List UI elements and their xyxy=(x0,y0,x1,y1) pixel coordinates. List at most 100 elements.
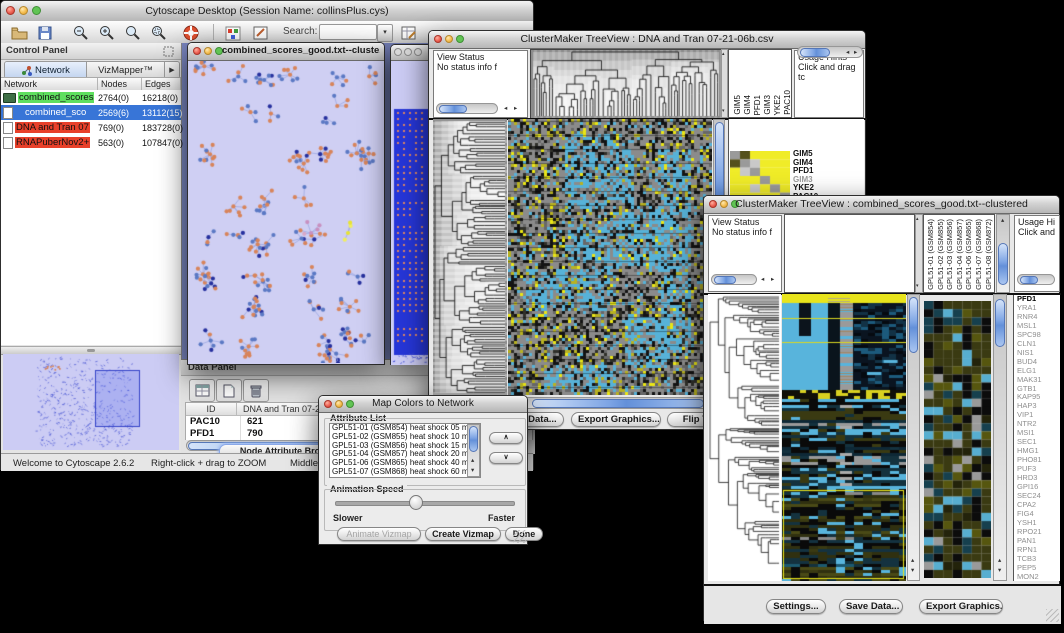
array-column-label[interactable]: GPL51-03 (GSM856) xyxy=(945,219,954,290)
scroll-thumb[interactable] xyxy=(998,243,1008,285)
scroll-thumb[interactable] xyxy=(995,299,1005,347)
scroll-up-icon[interactable]: ▴ xyxy=(1001,217,1004,224)
gene-label[interactable]: MON2 xyxy=(1017,573,1060,581)
column-label[interactable]: GIM5 xyxy=(733,95,742,115)
usage-hscrollbar[interactable] xyxy=(1017,274,1055,285)
tab-network[interactable]: Network xyxy=(5,62,87,78)
treeview2-titlebar[interactable]: ClusterMaker TreeView : combined_scores_… xyxy=(704,196,1059,214)
minimize-button[interactable] xyxy=(204,47,212,55)
scroll-down-icon[interactable]: ▾ xyxy=(722,108,725,115)
scroll-thumb[interactable] xyxy=(532,399,704,408)
heatmap-canvas[interactable] xyxy=(508,119,712,395)
column-dendrogram-canvas[interactable] xyxy=(530,49,722,119)
scroll-right-icon[interactable]: ▸ xyxy=(514,105,517,112)
zoom-heatmap-canvas[interactable] xyxy=(924,301,991,578)
scroll-up-icon[interactable]: ▴ xyxy=(916,216,919,223)
scroll-thumb[interactable] xyxy=(1020,276,1038,284)
create-attribute-icon[interactable] xyxy=(216,379,242,402)
column-label[interactable]: YKE2 xyxy=(773,95,782,115)
attribute-vscrollbar[interactable]: ▴ ▾ xyxy=(467,424,480,477)
scroll-up-icon[interactable]: ▴ xyxy=(471,457,474,464)
tab-overflow-arrow[interactable]: ▶ xyxy=(165,62,179,78)
tab-vizmapper[interactable]: VizMapper™ xyxy=(87,62,165,78)
column-label[interactable]: GIM3 xyxy=(763,95,772,115)
create-vizmap-button[interactable]: Create Vizmap xyxy=(425,527,501,541)
help-ring-icon[interactable] xyxy=(179,23,203,43)
minimize-button[interactable] xyxy=(404,48,412,56)
array-column-label[interactable]: GPL51-02 (GSM855) xyxy=(936,219,945,290)
export-graphics-button[interactable]: Export Graphics... xyxy=(571,412,661,427)
close-button[interactable] xyxy=(394,48,402,56)
map-colors-titlebar[interactable]: Map Colors to Network xyxy=(319,396,527,413)
summary-hscrollbar[interactable]: ◂▸ xyxy=(797,46,863,58)
view-status-hscrollbar[interactable] xyxy=(436,103,498,114)
search-input[interactable] xyxy=(319,24,377,40)
scroll-left-icon[interactable]: ◂ xyxy=(761,276,764,283)
delete-attribute-icon[interactable] xyxy=(243,379,269,402)
scroll-thumb[interactable] xyxy=(469,426,478,452)
scroll-thumb[interactable] xyxy=(439,105,467,113)
resize-grip[interactable] xyxy=(1046,609,1059,622)
export-graphics-button[interactable]: Export Graphics... xyxy=(919,599,1003,614)
scroll-down-icon[interactable]: ▾ xyxy=(916,283,919,290)
network-tree-row[interactable]: RNAPuberNov2+563(0)107847(0) xyxy=(1,135,181,150)
table-edit-icon[interactable] xyxy=(397,23,421,43)
resize-grip[interactable] xyxy=(513,530,526,543)
scroll-down-icon[interactable]: ▾ xyxy=(911,567,914,574)
annotation-icon[interactable] xyxy=(249,23,273,43)
scroll-down-icon[interactable]: ▾ xyxy=(471,467,474,474)
network-tree-row[interactable]: DNA and Tran 07769(0)183728(0) xyxy=(1,120,181,135)
zoom-out-icon[interactable] xyxy=(69,23,93,43)
attribute-listbox[interactable]: GPL51-01 (GSM854) heat shock 05 minGPL51… xyxy=(329,423,481,478)
scroll-right-icon[interactable]: ▸ xyxy=(854,49,857,56)
scroll-thumb[interactable] xyxy=(800,48,830,57)
settings-button[interactable]: Settings... xyxy=(766,599,826,614)
top-vscrollbar[interactable]: ▴ xyxy=(996,214,1010,293)
column-label[interactable]: GIM4 xyxy=(743,95,752,115)
zoom-selected-icon[interactable] xyxy=(147,23,171,43)
zoom-button[interactable] xyxy=(414,48,422,56)
move-down-button[interactable]: ∨ xyxy=(489,452,523,464)
scroll-left-icon[interactable]: ◂ xyxy=(846,49,849,56)
scroll-down-icon[interactable]: ▾ xyxy=(998,567,1001,574)
network-overview-canvas[interactable] xyxy=(3,354,179,450)
network-view-2-titlebar[interactable] xyxy=(391,45,431,61)
speed-slider-track[interactable] xyxy=(335,501,515,506)
cytoscape-titlebar[interactable]: Cytoscape Desktop (Session Name: collins… xyxy=(1,1,533,22)
scroll-up-icon[interactable]: ▴ xyxy=(911,557,914,564)
save-data-button[interactable]: Save Data... xyxy=(839,599,903,614)
attribute-item[interactable]: GPL51-07 (GSM868) heat shock 60 min xyxy=(330,468,466,477)
save-session-icon[interactable] xyxy=(33,23,57,43)
row-dendrogram-canvas[interactable] xyxy=(433,119,507,395)
zoom-fit-icon[interactable] xyxy=(121,23,145,43)
column-label[interactable]: PAC10 xyxy=(783,90,792,115)
scroll-up-icon[interactable]: ▴ xyxy=(998,557,1001,564)
network-tree-row[interactable]: combined_sco2569(6)13112(15) xyxy=(1,105,181,120)
network-canvas[interactable] xyxy=(188,61,384,363)
zoom-vscrollbar[interactable]: ▴ ▾ xyxy=(993,294,1007,581)
float-panel-icon[interactable] xyxy=(161,44,175,58)
vizmapper-icon[interactable] xyxy=(221,23,245,43)
array-column-label[interactable]: GPL51-04 (GSM857) xyxy=(955,219,964,290)
scroll-strip[interactable]: ▴ ▾ xyxy=(721,49,728,118)
column-dendrogram-area[interactable] xyxy=(784,214,915,293)
scroll-up-icon[interactable]: ▴ xyxy=(722,51,725,58)
scroll-thumb[interactable] xyxy=(909,297,918,353)
network-view-titlebar[interactable]: combined_scores_good.txt--cluste... xyxy=(188,43,384,61)
array-column-label[interactable]: GPL51-08 (GSM872) xyxy=(984,219,993,290)
move-up-button[interactable]: ∧ xyxy=(489,432,523,444)
close-button[interactable] xyxy=(193,47,201,55)
zoom-in-icon[interactable] xyxy=(95,23,119,43)
view-status-hscrollbar[interactable] xyxy=(711,274,757,285)
array-column-label[interactable]: GPL51-01 (GSM854) xyxy=(926,219,935,290)
column-id[interactable]: ID xyxy=(186,403,237,415)
scroll-thumb[interactable] xyxy=(714,276,736,284)
network-tree-row[interactable]: combined_scores2764(0)16218(0) xyxy=(1,90,181,105)
column-label[interactable]: PFD1 xyxy=(753,95,762,115)
scroll-left-icon[interactable]: ◂ xyxy=(504,105,507,112)
search-dropdown-button[interactable]: ▾ xyxy=(377,24,393,42)
select-attributes-icon[interactable] xyxy=(189,379,215,402)
scroll-strip[interactable]: ▴ ▾ xyxy=(915,214,923,293)
heatmap-vscrollbar[interactable]: ▴ ▾ xyxy=(907,294,920,581)
network-canvas-2[interactable] xyxy=(391,61,431,365)
